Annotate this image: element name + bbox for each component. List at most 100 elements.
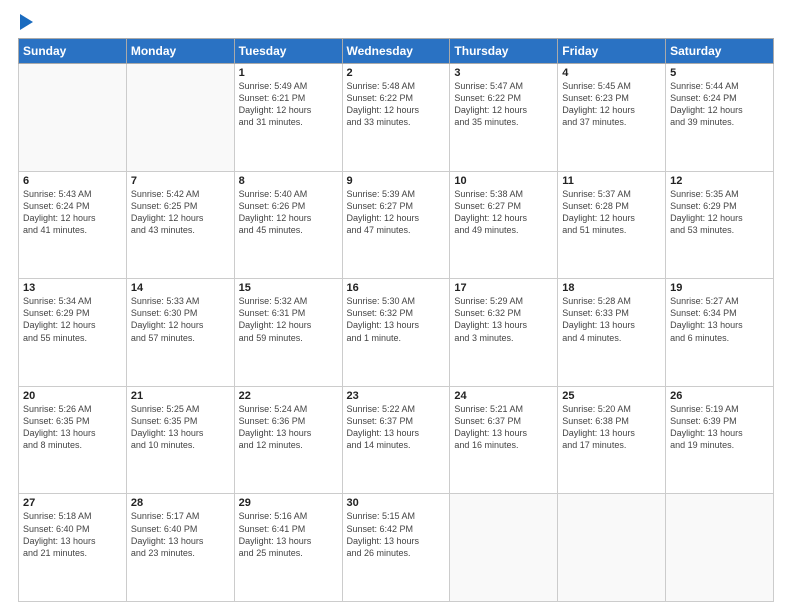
day-number: 4 (562, 67, 661, 79)
day-number: 24 (454, 390, 553, 402)
col-header-sunday: Sunday (19, 39, 127, 64)
day-number: 17 (454, 282, 553, 294)
day-number: 23 (347, 390, 446, 402)
calendar-cell: 10Sunrise: 5:38 AM Sunset: 6:27 PM Dayli… (450, 171, 558, 279)
calendar-cell: 12Sunrise: 5:35 AM Sunset: 6:29 PM Dayli… (666, 171, 774, 279)
day-number: 6 (23, 175, 122, 187)
calendar-week-3: 20Sunrise: 5:26 AM Sunset: 6:35 PM Dayli… (19, 386, 774, 494)
calendar-cell: 3Sunrise: 5:47 AM Sunset: 6:22 PM Daylig… (450, 64, 558, 172)
calendar-cell: 22Sunrise: 5:24 AM Sunset: 6:36 PM Dayli… (234, 386, 342, 494)
day-number: 20 (23, 390, 122, 402)
calendar-cell: 25Sunrise: 5:20 AM Sunset: 6:38 PM Dayli… (558, 386, 666, 494)
calendar-cell: 30Sunrise: 5:15 AM Sunset: 6:42 PM Dayli… (342, 494, 450, 602)
calendar-cell: 26Sunrise: 5:19 AM Sunset: 6:39 PM Dayli… (666, 386, 774, 494)
page: SundayMondayTuesdayWednesdayThursdayFrid… (0, 0, 792, 612)
calendar-cell: 5Sunrise: 5:44 AM Sunset: 6:24 PM Daylig… (666, 64, 774, 172)
calendar-week-2: 13Sunrise: 5:34 AM Sunset: 6:29 PM Dayli… (19, 279, 774, 387)
col-header-thursday: Thursday (450, 39, 558, 64)
calendar-cell: 18Sunrise: 5:28 AM Sunset: 6:33 PM Dayli… (558, 279, 666, 387)
day-number: 11 (562, 175, 661, 187)
calendar-week-4: 27Sunrise: 5:18 AM Sunset: 6:40 PM Dayli… (19, 494, 774, 602)
day-info: Sunrise: 5:43 AM Sunset: 6:24 PM Dayligh… (23, 188, 122, 237)
calendar-cell: 19Sunrise: 5:27 AM Sunset: 6:34 PM Dayli… (666, 279, 774, 387)
col-header-friday: Friday (558, 39, 666, 64)
day-info: Sunrise: 5:40 AM Sunset: 6:26 PM Dayligh… (239, 188, 338, 237)
col-header-tuesday: Tuesday (234, 39, 342, 64)
day-info: Sunrise: 5:26 AM Sunset: 6:35 PM Dayligh… (23, 403, 122, 452)
day-info: Sunrise: 5:25 AM Sunset: 6:35 PM Dayligh… (131, 403, 230, 452)
day-number: 30 (347, 497, 446, 509)
calendar-cell (558, 494, 666, 602)
calendar-cell (450, 494, 558, 602)
calendar-cell: 14Sunrise: 5:33 AM Sunset: 6:30 PM Dayli… (126, 279, 234, 387)
day-info: Sunrise: 5:15 AM Sunset: 6:42 PM Dayligh… (347, 510, 446, 559)
day-number: 14 (131, 282, 230, 294)
day-info: Sunrise: 5:32 AM Sunset: 6:31 PM Dayligh… (239, 295, 338, 344)
day-info: Sunrise: 5:24 AM Sunset: 6:36 PM Dayligh… (239, 403, 338, 452)
calendar-cell: 1Sunrise: 5:49 AM Sunset: 6:21 PM Daylig… (234, 64, 342, 172)
day-info: Sunrise: 5:34 AM Sunset: 6:29 PM Dayligh… (23, 295, 122, 344)
calendar-cell: 13Sunrise: 5:34 AM Sunset: 6:29 PM Dayli… (19, 279, 127, 387)
calendar-cell: 2Sunrise: 5:48 AM Sunset: 6:22 PM Daylig… (342, 64, 450, 172)
header (18, 18, 774, 28)
calendar-cell (126, 64, 234, 172)
day-number: 26 (670, 390, 769, 402)
calendar-cell: 23Sunrise: 5:22 AM Sunset: 6:37 PM Dayli… (342, 386, 450, 494)
day-number: 13 (23, 282, 122, 294)
calendar-week-0: 1Sunrise: 5:49 AM Sunset: 6:21 PM Daylig… (19, 64, 774, 172)
day-info: Sunrise: 5:42 AM Sunset: 6:25 PM Dayligh… (131, 188, 230, 237)
calendar-cell: 7Sunrise: 5:42 AM Sunset: 6:25 PM Daylig… (126, 171, 234, 279)
day-info: Sunrise: 5:47 AM Sunset: 6:22 PM Dayligh… (454, 80, 553, 129)
day-number: 16 (347, 282, 446, 294)
day-number: 8 (239, 175, 338, 187)
day-info: Sunrise: 5:39 AM Sunset: 6:27 PM Dayligh… (347, 188, 446, 237)
calendar-cell: 29Sunrise: 5:16 AM Sunset: 6:41 PM Dayli… (234, 494, 342, 602)
day-number: 19 (670, 282, 769, 294)
col-header-saturday: Saturday (666, 39, 774, 64)
day-number: 9 (347, 175, 446, 187)
calendar-cell: 28Sunrise: 5:17 AM Sunset: 6:40 PM Dayli… (126, 494, 234, 602)
day-info: Sunrise: 5:16 AM Sunset: 6:41 PM Dayligh… (239, 510, 338, 559)
day-number: 21 (131, 390, 230, 402)
col-header-wednesday: Wednesday (342, 39, 450, 64)
calendar-cell: 20Sunrise: 5:26 AM Sunset: 6:35 PM Dayli… (19, 386, 127, 494)
calendar-cell: 6Sunrise: 5:43 AM Sunset: 6:24 PM Daylig… (19, 171, 127, 279)
calendar-cell: 17Sunrise: 5:29 AM Sunset: 6:32 PM Dayli… (450, 279, 558, 387)
calendar-cell: 11Sunrise: 5:37 AM Sunset: 6:28 PM Dayli… (558, 171, 666, 279)
day-number: 28 (131, 497, 230, 509)
day-info: Sunrise: 5:38 AM Sunset: 6:27 PM Dayligh… (454, 188, 553, 237)
day-info: Sunrise: 5:27 AM Sunset: 6:34 PM Dayligh… (670, 295, 769, 344)
calendar-cell: 4Sunrise: 5:45 AM Sunset: 6:23 PM Daylig… (558, 64, 666, 172)
day-info: Sunrise: 5:20 AM Sunset: 6:38 PM Dayligh… (562, 403, 661, 452)
calendar-cell: 21Sunrise: 5:25 AM Sunset: 6:35 PM Dayli… (126, 386, 234, 494)
day-number: 27 (23, 497, 122, 509)
calendar-cell: 9Sunrise: 5:39 AM Sunset: 6:27 PM Daylig… (342, 171, 450, 279)
calendar-table: SundayMondayTuesdayWednesdayThursdayFrid… (18, 38, 774, 602)
day-number: 29 (239, 497, 338, 509)
day-number: 22 (239, 390, 338, 402)
day-info: Sunrise: 5:22 AM Sunset: 6:37 PM Dayligh… (347, 403, 446, 452)
day-number: 18 (562, 282, 661, 294)
day-info: Sunrise: 5:45 AM Sunset: 6:23 PM Dayligh… (562, 80, 661, 129)
day-number: 25 (562, 390, 661, 402)
logo (18, 18, 33, 28)
day-info: Sunrise: 5:19 AM Sunset: 6:39 PM Dayligh… (670, 403, 769, 452)
day-info: Sunrise: 5:35 AM Sunset: 6:29 PM Dayligh… (670, 188, 769, 237)
calendar-cell (666, 494, 774, 602)
day-info: Sunrise: 5:17 AM Sunset: 6:40 PM Dayligh… (131, 510, 230, 559)
calendar-cell (19, 64, 127, 172)
calendar-cell: 15Sunrise: 5:32 AM Sunset: 6:31 PM Dayli… (234, 279, 342, 387)
day-info: Sunrise: 5:37 AM Sunset: 6:28 PM Dayligh… (562, 188, 661, 237)
day-number: 5 (670, 67, 769, 79)
day-number: 12 (670, 175, 769, 187)
logo-arrow-icon (20, 14, 33, 30)
day-number: 10 (454, 175, 553, 187)
day-number: 1 (239, 67, 338, 79)
day-info: Sunrise: 5:18 AM Sunset: 6:40 PM Dayligh… (23, 510, 122, 559)
day-info: Sunrise: 5:30 AM Sunset: 6:32 PM Dayligh… (347, 295, 446, 344)
day-number: 3 (454, 67, 553, 79)
calendar-week-1: 6Sunrise: 5:43 AM Sunset: 6:24 PM Daylig… (19, 171, 774, 279)
day-info: Sunrise: 5:33 AM Sunset: 6:30 PM Dayligh… (131, 295, 230, 344)
day-number: 7 (131, 175, 230, 187)
calendar-cell: 24Sunrise: 5:21 AM Sunset: 6:37 PM Dayli… (450, 386, 558, 494)
